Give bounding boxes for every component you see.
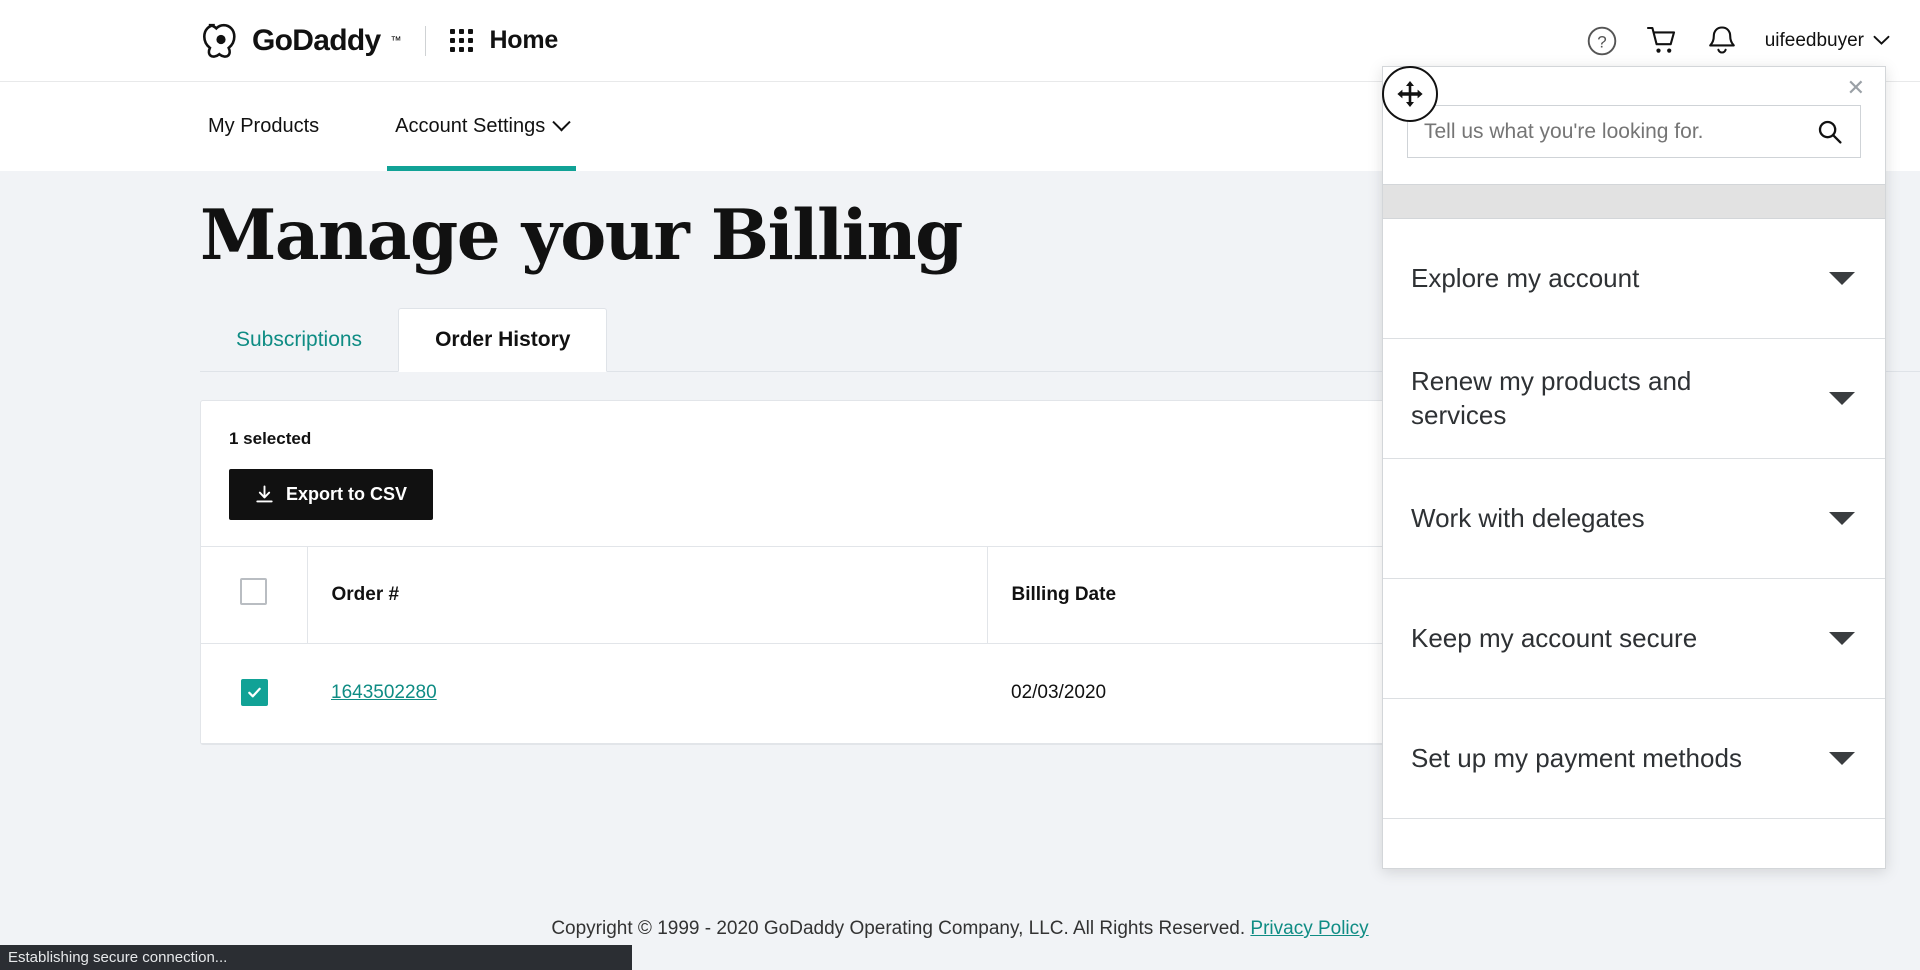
app-home-label[interactable]: Home	[489, 26, 558, 55]
nav-item-label: Account Settings	[395, 115, 546, 137]
export-to-csv-button[interactable]: Export to CSV	[229, 468, 434, 520]
help-search-input[interactable]	[1424, 119, 1816, 144]
close-icon[interactable]: ✕	[1847, 77, 1865, 99]
download-icon	[256, 485, 273, 502]
select-all-header-cell	[201, 545, 308, 644]
nav-item-account-settings[interactable]: Account Settings	[387, 82, 577, 171]
godaddy-logo-link[interactable]: GoDaddy ™	[200, 23, 401, 59]
help-accordion-item-explore-my-account[interactable]: Explore my account	[1383, 219, 1885, 339]
svg-text:?: ?	[1597, 32, 1606, 51]
help-accordion-item-set-up-my-payment-methods[interactable]: Set up my payment methods	[1383, 699, 1885, 819]
privacy-policy-link[interactable]: Privacy Policy	[1250, 918, 1368, 939]
row-select-cell	[201, 643, 307, 744]
shopping-cart-icon[interactable]	[1645, 24, 1679, 58]
browser-status-bar: Establishing secure connection...	[0, 945, 632, 970]
tab-label: Subscriptions	[236, 327, 363, 351]
godaddy-heart-logo-icon	[202, 23, 236, 58]
column-header-order-number[interactable]: Order #	[307, 545, 988, 644]
accordion-label: Explore my account	[1411, 262, 1640, 293]
username-label: uifeedbuyer	[1764, 29, 1864, 51]
panel-drag-handle[interactable]	[1382, 66, 1438, 122]
tab-order-history[interactable]: Order History	[398, 307, 608, 372]
column-header-billing-date[interactable]: Billing Date	[987, 545, 1406, 644]
godaddy-wordmark: GoDaddy	[252, 23, 381, 57]
chevron-down-icon	[1873, 35, 1890, 45]
nav-item-label: My Products	[208, 115, 320, 137]
order-number-link[interactable]: 1643502280	[331, 682, 437, 703]
help-icon[interactable]: ?	[1585, 24, 1619, 58]
account-menu-button[interactable]: uifeedbuyer	[1765, 30, 1890, 52]
accordion-label: Work with delegates	[1411, 502, 1645, 533]
copyright-text: Copyright © 1999 - 2020 GoDaddy Operatin…	[551, 918, 1246, 939]
help-panel: ✕ Explore my account Renew my products a…	[1382, 66, 1886, 869]
search-icon[interactable]	[1816, 118, 1844, 146]
help-accordion-item-work-with-delegates[interactable]: Work with delegates	[1383, 459, 1885, 579]
select-all-checkbox[interactable]	[240, 578, 268, 606]
brand-zone: GoDaddy ™ Home	[200, 23, 558, 59]
chevron-down-icon	[552, 113, 571, 132]
header-actions: ? uifeedbuyer	[1585, 24, 1890, 58]
help-panel-header: ✕	[1383, 67, 1885, 184]
help-panel-divider	[1383, 184, 1885, 219]
caret-down-icon	[1829, 512, 1855, 525]
row-checkbox[interactable]	[240, 679, 268, 707]
header-divider	[425, 25, 427, 56]
cell-billing-date: 02/03/2020	[987, 643, 1405, 744]
trademark-symbol: ™	[390, 34, 402, 47]
tab-subscriptions[interactable]: Subscriptions	[200, 309, 398, 371]
nav-item-list: My Products Account Settings	[200, 82, 636, 171]
export-button-label: Export to CSV	[286, 483, 408, 504]
move-cursor-icon	[1397, 81, 1423, 107]
notification-bell-icon[interactable]	[1705, 24, 1739, 58]
help-accordion-item-renew-my-products-and-services[interactable]: Renew my products and services	[1383, 339, 1885, 459]
help-accordion-item-keep-my-account-secure[interactable]: Keep my account secure	[1383, 579, 1885, 699]
caret-down-icon	[1829, 272, 1855, 285]
caret-down-icon	[1829, 392, 1855, 405]
tab-label: Order History	[435, 327, 571, 351]
page-footer: Copyright © 1999 - 2020 GoDaddy Operatin…	[0, 918, 1920, 940]
accordion-label: Keep my account secure	[1411, 622, 1698, 653]
cell-order-number: 1643502280	[307, 643, 987, 744]
accordion-label: Renew my products and services	[1411, 366, 1692, 430]
caret-down-icon	[1829, 752, 1855, 765]
help-search-box[interactable]	[1407, 105, 1861, 158]
accordion-label: Set up my payment methods	[1411, 742, 1742, 773]
checkmark-icon	[247, 687, 261, 698]
caret-down-icon	[1829, 632, 1855, 645]
status-message: Establishing secure connection...	[8, 949, 228, 966]
app-grid-icon[interactable]	[450, 29, 474, 52]
nav-item-my-products[interactable]: My Products	[200, 82, 327, 171]
